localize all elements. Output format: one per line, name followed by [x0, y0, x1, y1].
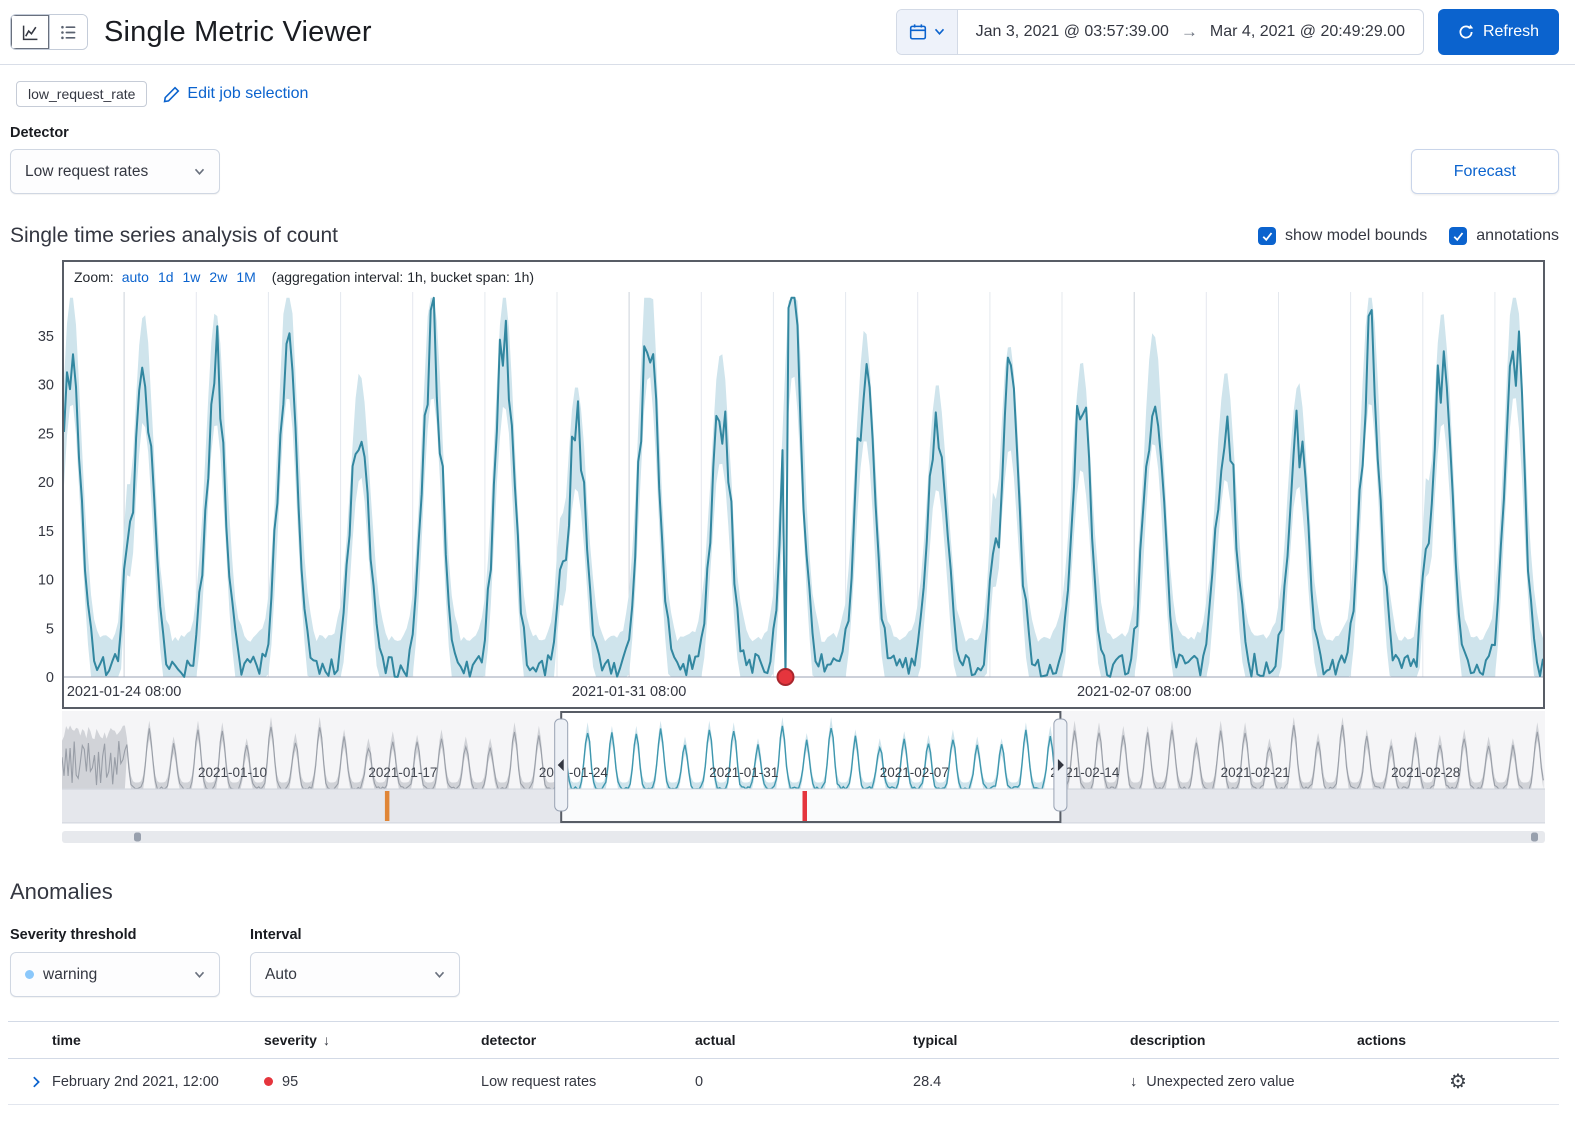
focus-chart-panel: Zoom: auto 1d 1w 2w 1M (aggregation interval… — [62, 260, 1545, 709]
checkbox-checked-icon — [1449, 227, 1467, 245]
refresh-button[interactable]: Refresh — [1438, 9, 1559, 55]
date-range-start[interactable]: Jan 3, 2021 @ 03:57:39.00 — [976, 23, 1169, 41]
header: Single Metric Viewer Jan 3, 2021 @ 03:57… — [0, 0, 1575, 65]
zoom-option-1w[interactable]: 1w — [183, 269, 201, 285]
chevron-down-icon — [194, 168, 205, 176]
arrow-right-icon: → — [1181, 22, 1198, 42]
svg-text:15: 15 — [38, 524, 54, 540]
datepicker-calendar-button[interactable] — [897, 10, 958, 54]
checkbox-checked-icon — [1258, 227, 1276, 245]
severity-threshold-label: Severity threshold — [10, 927, 220, 943]
view-toggle-group — [10, 14, 88, 50]
chevron-down-icon — [194, 971, 205, 979]
svg-text:25: 25 — [38, 426, 54, 442]
col-typical[interactable]: typical — [913, 1032, 1130, 1048]
zoom-prefix: Zoom: — [74, 269, 114, 285]
detector-select-value: Low request rates — [25, 163, 148, 181]
pencil-icon — [163, 86, 180, 103]
svg-text:2021-01-24 08:00: 2021-01-24 08:00 — [67, 684, 182, 700]
chevron-down-icon — [434, 971, 445, 979]
refresh-icon — [1458, 24, 1474, 40]
row-actions-gear-icon[interactable]: ⚙ — [1347, 1069, 1559, 1094]
interval-select[interactable]: Auto — [250, 952, 460, 997]
edit-job-selection-label: Edit job selection — [187, 85, 308, 103]
col-description[interactable]: description — [1130, 1032, 1347, 1048]
y-axis-labels: 0 5 10 15 20 25 30 35 — [8, 292, 62, 707]
svg-text:2021-01-31: 2021-01-31 — [709, 765, 778, 780]
severity-threshold-value: warning — [43, 966, 97, 984]
col-time[interactable]: time — [52, 1032, 264, 1048]
show-model-bounds-checkbox[interactable]: show model bounds — [1258, 227, 1427, 245]
severity-threshold-select[interactable]: warning — [10, 952, 220, 997]
interval-label: Interval — [250, 927, 460, 943]
interval-value: Auto — [265, 966, 297, 984]
svg-text:2021-02-07: 2021-02-07 — [880, 765, 949, 780]
zoom-bar: Zoom: auto 1d 1w 2w 1M (aggregation interval… — [64, 262, 1543, 292]
show-model-bounds-label: show model bounds — [1285, 227, 1427, 245]
date-range-end[interactable]: Mar 4, 2021 @ 20:49:29.00 — [1210, 23, 1405, 41]
cell-typical: 28.4 — [913, 1074, 1130, 1090]
detector-select[interactable]: Low request rates — [10, 149, 220, 194]
job-badge[interactable]: low_request_rate — [16, 81, 147, 107]
cell-severity: 95 — [264, 1074, 481, 1090]
cell-actual: 0 — [695, 1074, 913, 1090]
date-picker: Jan 3, 2021 @ 03:57:39.00 → Mar 4, 2021 … — [896, 9, 1424, 55]
zoom-option-1d[interactable]: 1d — [158, 269, 174, 285]
chevron-right-icon — [29, 1075, 43, 1089]
zoom-options: auto 1d 1w 2w 1M — [122, 269, 256, 285]
anomalies-table-header: time severity↓ detector actual typical d… — [8, 1021, 1559, 1059]
col-actual[interactable]: actual — [695, 1032, 913, 1048]
sort-desc-icon: ↓ — [323, 1032, 330, 1048]
line-chart-icon — [22, 24, 39, 41]
table-row: February 2nd 2021, 12:00 95 Low request … — [8, 1059, 1559, 1105]
edit-job-selection-link[interactable]: Edit job selection — [163, 85, 308, 103]
svg-text:2021-02-07 08:00: 2021-02-07 08:00 — [1077, 684, 1192, 700]
cell-description: ↓ Unexpected zero value — [1130, 1074, 1347, 1090]
svg-text:35: 35 — [38, 329, 54, 345]
focus-chart[interactable]: 2021-01-24 08:00 2021-01-31 08:00 2021-02-… — [64, 292, 1543, 707]
page-title: Single Metric Viewer — [104, 16, 372, 49]
chevron-down-icon — [934, 28, 945, 36]
svg-text:2021-01-31 08:00: 2021-01-31 08:00 — [572, 684, 687, 700]
svg-text:30: 30 — [38, 378, 54, 394]
critical-severity-dot — [264, 1077, 273, 1086]
detector-label: Detector — [0, 107, 1575, 149]
time-series-chart-area: 0 5 10 15 20 25 30 35 Zoom: auto 1d 1w 2w 1M (aggre… — [8, 260, 1545, 845]
zoom-interval-info: (aggregation interval: 1h, bucket span: … — [272, 269, 534, 285]
anomalies-table-icon — [60, 24, 77, 41]
svg-text:0: 0 — [46, 670, 54, 686]
cell-detector: Low request rates — [481, 1074, 695, 1090]
annotations-label: annotations — [1476, 227, 1559, 245]
svg-text:20: 20 — [38, 475, 54, 491]
anomalies-title: Anomalies — [0, 845, 1575, 905]
refresh-label: Refresh — [1483, 23, 1539, 41]
cell-time: February 2nd 2021, 12:00 — [52, 1074, 264, 1090]
col-detector[interactable]: detector — [481, 1032, 695, 1048]
col-severity[interactable]: severity↓ — [264, 1032, 481, 1048]
svg-text:10: 10 — [38, 573, 54, 589]
table-view-button[interactable] — [49, 15, 87, 49]
expand-row-button[interactable] — [8, 1071, 52, 1092]
zoom-option-auto[interactable]: auto — [122, 269, 149, 285]
anomalies-table: time severity↓ detector actual typical d… — [8, 1021, 1559, 1105]
annotations-checkbox[interactable]: annotations — [1449, 227, 1559, 245]
series-title: Single time series analysis of count — [10, 224, 338, 248]
chart-view-button[interactable] — [11, 15, 49, 49]
col-actions: actions — [1347, 1032, 1559, 1048]
svg-text:5: 5 — [46, 621, 54, 637]
context-chart-with-brush[interactable]: 2021-01-102021-01-172021-01-242021-01-31… — [62, 711, 1545, 845]
warning-severity-dot — [25, 970, 34, 979]
zoom-option-1M[interactable]: 1M — [236, 269, 255, 285]
anomaly-direction-down-icon: ↓ — [1130, 1074, 1137, 1090]
zoom-option-2w[interactable]: 2w — [209, 269, 227, 285]
forecast-button[interactable]: Forecast — [1411, 149, 1559, 194]
calendar-icon — [909, 23, 927, 41]
